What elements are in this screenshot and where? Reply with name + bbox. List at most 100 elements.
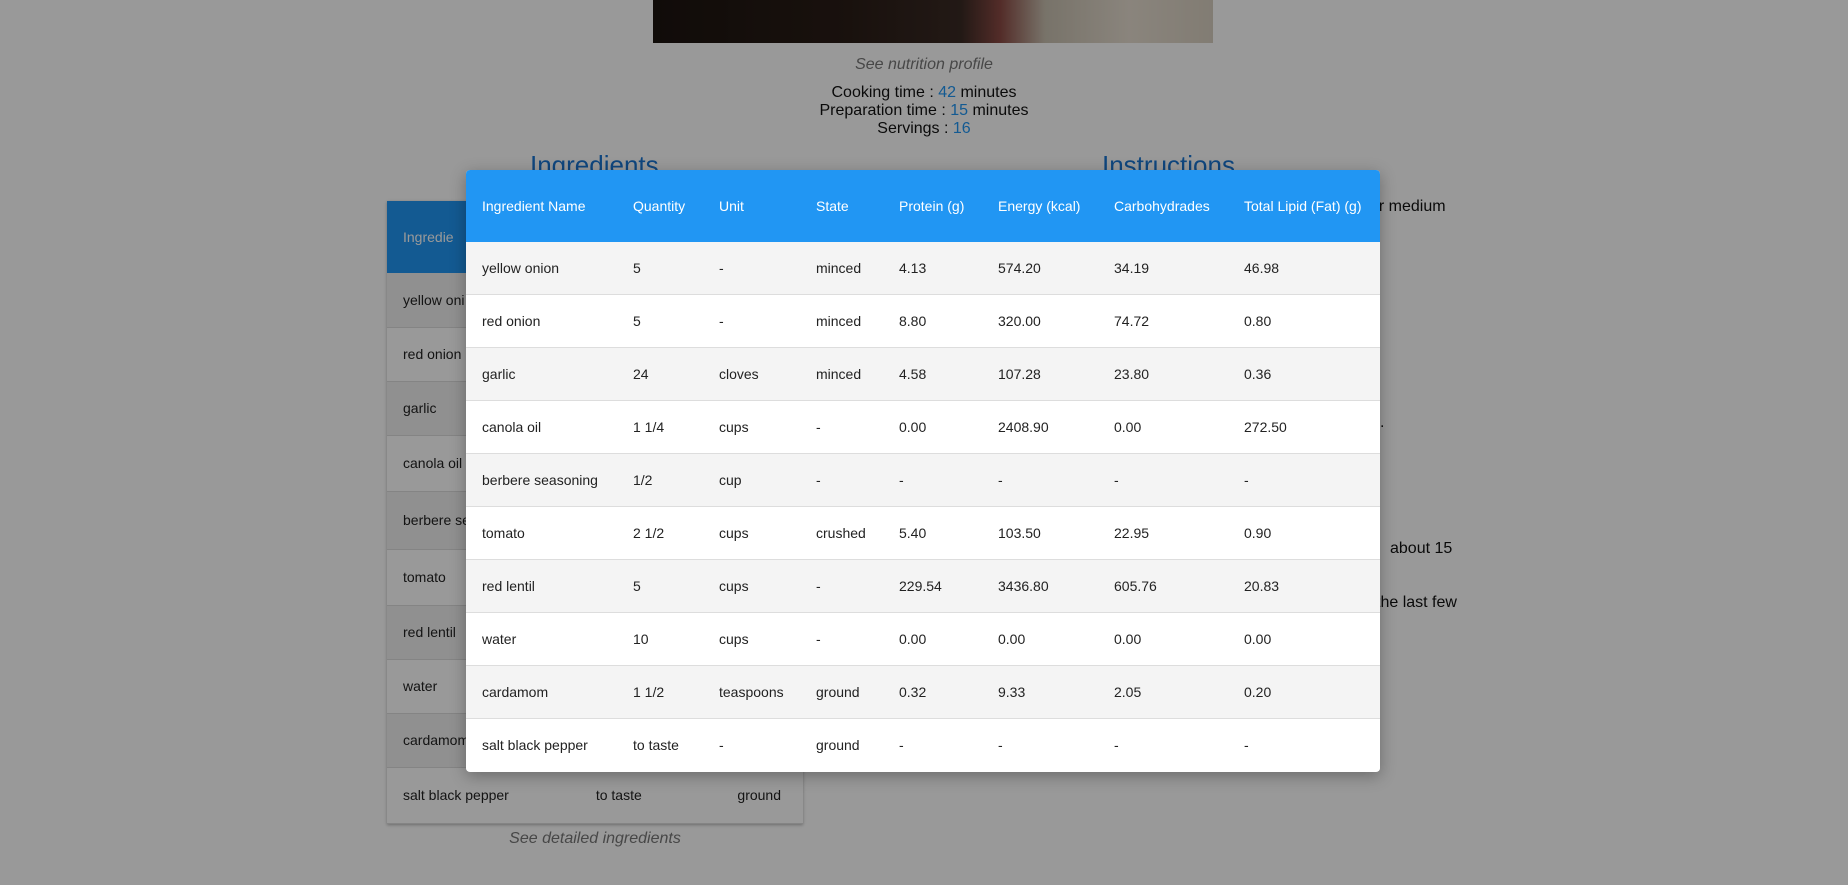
cell-total-lipid: -: [1228, 718, 1380, 771]
nutrition-row: berbere seasoning 1/2 cup - - - - -: [466, 453, 1380, 507]
cell-carbohydrates: -: [1098, 718, 1228, 771]
cell-unit: cups: [703, 506, 800, 560]
cell-state: minced: [800, 294, 883, 348]
cell-ingredient-name: cardamom: [466, 665, 617, 719]
cell-energy: -: [982, 718, 1098, 771]
cell-protein: 4.58: [883, 347, 982, 401]
nutrition-row: salt black pepper to taste - ground - - - -: [466, 718, 1380, 771]
cell-energy: 103.50: [982, 506, 1098, 560]
nutrition-row: cardamom 1 1/2 teaspoons ground 0.32 9.33 2.05…: [466, 665, 1380, 719]
cell-state: minced: [800, 347, 883, 401]
cell-energy: 9.33: [982, 665, 1098, 719]
column-header-carbohydrates: Carbohydrades: [1098, 170, 1228, 242]
cell-ingredient-name: canola oil: [466, 400, 617, 454]
cell-state: minced: [800, 242, 883, 295]
cell-ingredient-name: tomato: [466, 506, 617, 560]
cell-unit: cups: [703, 559, 800, 613]
nutrition-row: canola oil 1 1/4 cups -0.00 2408.90 0.00 272.5…: [466, 400, 1380, 454]
cell-unit: -: [703, 294, 800, 348]
column-header-unit: Unit: [703, 170, 800, 242]
cell-protein: 229.54: [883, 559, 982, 613]
nutrition-row: red onion 5- minced 8.80 320.00 74.72 0.80: [466, 294, 1380, 348]
cell-energy: 574.20: [982, 242, 1098, 295]
nutrition-row: water 10 cups -0.00 0.00 0.00 0.00: [466, 612, 1380, 666]
nutrition-table: Ingredient Name Quantity Unit State Protein …: [466, 170, 1380, 771]
cell-state: ground: [800, 718, 883, 771]
column-header-state: State: [800, 170, 883, 242]
cell-protein: 5.40: [883, 506, 982, 560]
cell-protein: 8.80: [883, 294, 982, 348]
cell-carbohydrates: 34.19: [1098, 242, 1228, 295]
cell-ingredient-name: water: [466, 612, 617, 666]
cell-protein: -: [883, 453, 982, 507]
cell-quantity: 5: [617, 294, 703, 348]
cell-state: -: [800, 612, 883, 666]
cell-total-lipid: 0.80: [1228, 294, 1380, 348]
cell-unit: -: [703, 718, 800, 771]
cell-energy: 2408.90: [982, 400, 1098, 454]
nutrition-row: garlic 24 cloves minced 4.58 107.28 23.80 0.36: [466, 347, 1380, 401]
cell-state: crushed: [800, 506, 883, 560]
cell-total-lipid: 0.36: [1228, 347, 1380, 401]
cell-state: ground: [800, 665, 883, 719]
cell-carbohydrates: 22.95: [1098, 506, 1228, 560]
cell-quantity: 10: [617, 612, 703, 666]
cell-carbohydrates: 23.80: [1098, 347, 1228, 401]
cell-total-lipid: 0.90: [1228, 506, 1380, 560]
cell-state: -: [800, 400, 883, 454]
cell-state: -: [800, 453, 883, 507]
cell-ingredient-name: red lentil: [466, 559, 617, 613]
cell-quantity: 24: [617, 347, 703, 401]
cell-protein: 4.13: [883, 242, 982, 295]
cell-total-lipid: 0.20: [1228, 665, 1380, 719]
cell-quantity: 5: [617, 242, 703, 295]
cell-energy: 3436.80: [982, 559, 1098, 613]
cell-carbohydrates: -: [1098, 453, 1228, 507]
cell-protein: -: [883, 718, 982, 771]
cell-unit: teaspoons: [703, 665, 800, 719]
cell-protein: 0.00: [883, 612, 982, 666]
cell-quantity: to taste: [617, 718, 703, 771]
nutrition-profile-modal: Ingredient Name Quantity Unit State Protein …: [466, 170, 1380, 772]
recipe-page: See nutrition profile Cooking time : 42 …: [0, 0, 1848, 885]
nutrition-row: yellow onion 5- minced 4.13 574.20 34.19 46.98: [466, 242, 1380, 295]
cell-energy: 107.28: [982, 347, 1098, 401]
cell-total-lipid: 20.83: [1228, 559, 1380, 613]
cell-unit: cloves: [703, 347, 800, 401]
cell-unit: -: [703, 242, 800, 295]
cell-protein: 0.32: [883, 665, 982, 719]
cell-ingredient-name: yellow onion: [466, 242, 617, 295]
cell-ingredient-name: berbere seasoning: [466, 453, 617, 507]
column-header-quantity: Quantity: [617, 170, 703, 242]
cell-quantity: 1 1/2: [617, 665, 703, 719]
cell-carbohydrates: 0.00: [1098, 612, 1228, 666]
column-header-energy: Energy (kcal): [982, 170, 1098, 242]
cell-unit: cup: [703, 453, 800, 507]
cell-total-lipid: -: [1228, 453, 1380, 507]
cell-quantity: 1 1/4: [617, 400, 703, 454]
cell-energy: 0.00: [982, 612, 1098, 666]
cell-ingredient-name: salt black pepper: [466, 718, 617, 771]
cell-energy: -: [982, 453, 1098, 507]
cell-quantity: 2 1/2: [617, 506, 703, 560]
cell-total-lipid: 46.98: [1228, 242, 1380, 295]
cell-quantity: 1/2: [617, 453, 703, 507]
cell-energy: 320.00: [982, 294, 1098, 348]
cell-ingredient-name: red onion: [466, 294, 617, 348]
nutrition-row: tomato 2 1/2 cups crushed 5.40 103.50 22.95 0.9…: [466, 506, 1380, 560]
cell-total-lipid: 0.00: [1228, 612, 1380, 666]
cell-protein: 0.00: [883, 400, 982, 454]
cell-state: -: [800, 559, 883, 613]
column-header-protein: Protein (g): [883, 170, 982, 242]
column-header-ingredient-name: Ingredient Name: [466, 170, 617, 242]
cell-ingredient-name: garlic: [466, 347, 617, 401]
cell-quantity: 5: [617, 559, 703, 613]
column-header-total-lipid: Total Lipid (Fat) (g): [1228, 170, 1380, 242]
cell-carbohydrates: 0.00: [1098, 400, 1228, 454]
nutrition-row: red lentil 5 cups -229.54 3436.80 605.76 20.83: [466, 559, 1380, 613]
cell-carbohydrates: 74.72: [1098, 294, 1228, 348]
cell-unit: cups: [703, 400, 800, 454]
cell-carbohydrates: 605.76: [1098, 559, 1228, 613]
cell-total-lipid: 272.50: [1228, 400, 1380, 454]
cell-carbohydrates: 2.05: [1098, 665, 1228, 719]
